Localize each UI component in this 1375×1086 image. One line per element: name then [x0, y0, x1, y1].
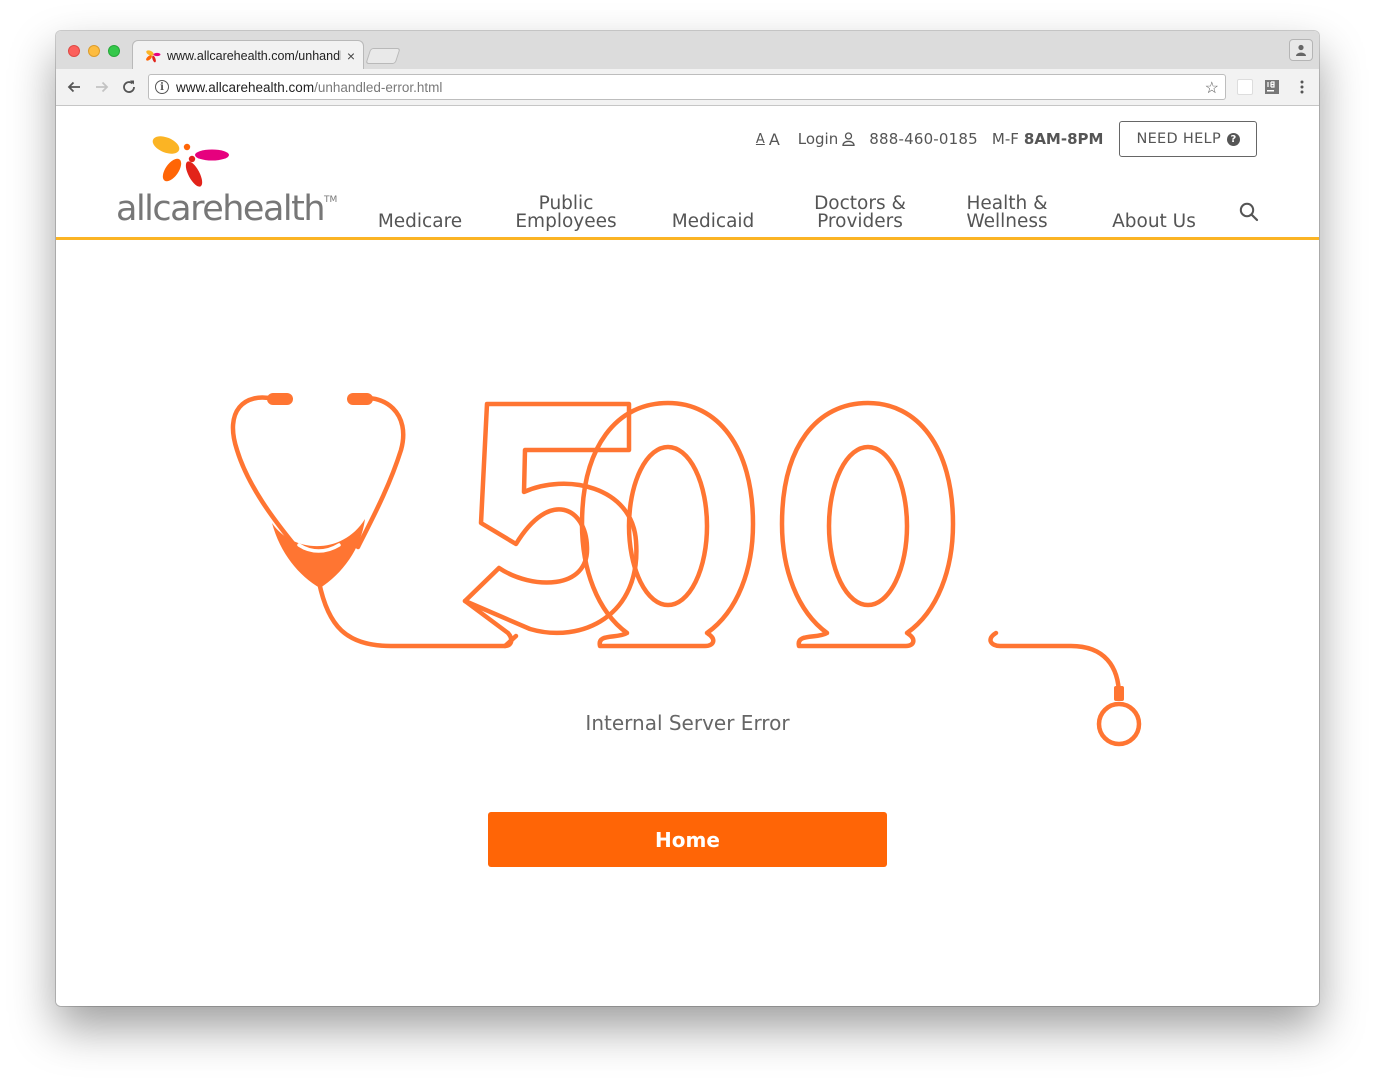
reload-icon — [123, 80, 135, 93]
browser-tab[interactable]: www.allcarehealth.com/unhandled-error.ht… — [132, 40, 364, 70]
need-help-button[interactable]: NEED HELP ? — [1119, 121, 1257, 157]
tab-strip: www.allcarehealth.com/unhandled-error.ht… — [56, 31, 1319, 70]
right-earpiece — [347, 393, 373, 405]
bookmark-star-icon[interactable]: ☆ — [1205, 78, 1219, 98]
digit-zero-one-outline — [579, 400, 756, 649]
nav-item-doctors-providers[interactable]: Doctors & Providers — [806, 194, 914, 231]
url-host: www.allcarehealth.com — [176, 79, 315, 95]
stethoscope-yoke — [272, 519, 365, 588]
hours-label: M-F — [991, 130, 1019, 148]
chestpiece-stem — [1114, 686, 1124, 701]
nav-item-about-us[interactable]: About Us — [1106, 212, 1202, 231]
login-label: Login — [797, 130, 839, 148]
profile-button[interactable] — [1289, 39, 1313, 61]
extension-jb-icon[interactable] — [1264, 79, 1280, 95]
nav-item-health-wellness[interactable]: Health & Wellness — [958, 194, 1056, 231]
close-window-button[interactable] — [68, 45, 80, 57]
user-icon — [842, 132, 855, 146]
phone-number[interactable]: 888-460-0185 — [869, 130, 978, 148]
digit-five-outline — [462, 401, 639, 636]
stethoscope-tail-tube — [988, 630, 1122, 699]
utility-bar: A A Login 888-460-0185 M-F 8AM-8PM NEED … — [756, 121, 1257, 157]
address-bar[interactable]: i www.allcarehealth.com/unhandled-error.… — [148, 74, 1226, 100]
extension-blank-icon[interactable] — [1237, 79, 1253, 95]
font-size-small-button[interactable]: A — [756, 132, 765, 147]
stethoscope-main-tube — [316, 579, 514, 649]
search-icon — [1239, 202, 1259, 222]
nav-item-medicare[interactable]: Medicare — [377, 212, 463, 231]
browser-window: www.allcarehealth.com/unhandled-error.ht… — [56, 31, 1319, 1006]
info-icon[interactable]: i — [155, 80, 169, 94]
stethoscope-500-illustration — [230, 393, 1142, 747]
new-tab-button[interactable] — [365, 48, 401, 64]
left-earpiece — [267, 393, 293, 405]
nav-item-medicaid[interactable]: Medicaid — [668, 212, 758, 231]
search-button[interactable] — [1239, 202, 1259, 227]
logo-wordmark: allcarehealthTM — [116, 189, 338, 229]
error-message: Internal Server Error — [585, 711, 790, 735]
arrow-left-icon — [67, 81, 80, 93]
tab-close-icon[interactable]: × — [347, 48, 355, 64]
home-button[interactable]: Home — [488, 812, 887, 867]
site-content: allcarehealthTM A A Login 888-460-0185 M… — [56, 106, 1319, 1006]
digit-zero-two-outline — [779, 400, 956, 649]
need-help-label: NEED HELP — [1136, 131, 1221, 147]
flower-logo-icon — [152, 136, 229, 187]
login-link[interactable]: Login — [798, 130, 855, 148]
stethoscope-left-tube — [230, 395, 299, 550]
allcare-favicon-icon — [146, 49, 161, 62]
person-icon — [1296, 44, 1306, 56]
kebab-menu-icon — [1300, 80, 1304, 94]
chrome-menu-icon[interactable] — [1294, 79, 1310, 95]
hours-value: 8AM-8PM — [1023, 130, 1104, 148]
reload-button[interactable] — [119, 77, 139, 97]
site-header: allcarehealthTM A A Login 888-460-0185 M… — [56, 106, 1319, 240]
digit-zero-two-counter — [826, 444, 910, 608]
stethoscope-right-tube — [349, 395, 406, 550]
digit-zero-one-counter — [626, 444, 710, 608]
allcare-logo[interactable]: allcarehealthTM — [116, 134, 337, 229]
tab-title: www.allcarehealth.com/unhandled-error.ht… — [167, 48, 341, 63]
browser-toolbar: i www.allcarehealth.com/unhandled-error.… — [56, 69, 1319, 106]
back-button[interactable] — [64, 77, 84, 97]
font-size-large-button[interactable]: A — [769, 130, 780, 149]
arrow-right-icon — [96, 81, 109, 93]
forward-button[interactable] — [92, 77, 112, 97]
question-icon: ? — [1227, 132, 1240, 146]
jb-icon — [1265, 80, 1279, 94]
nav-item-public-employees[interactable]: Public Employees — [508, 194, 624, 231]
minimize-window-button[interactable] — [88, 45, 100, 57]
zoom-window-button[interactable] — [108, 45, 120, 57]
url-path: /unhandled-error.html — [314, 79, 443, 95]
